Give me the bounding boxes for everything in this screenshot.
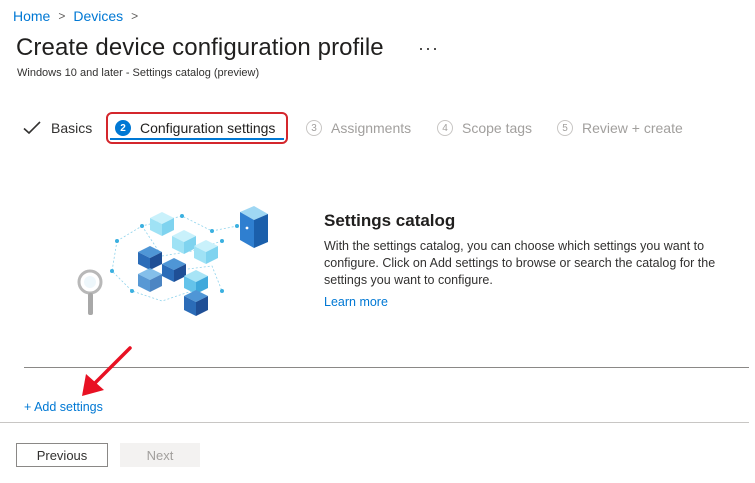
step-number-badge: 3 (306, 120, 322, 136)
tab-assignments[interactable]: 3 Assignments (306, 112, 411, 144)
catalog-title: Settings catalog (324, 211, 456, 230)
page-subtitle: Windows 10 and later - Settings catalog … (17, 67, 260, 79)
tab-basics[interactable]: Basics (22, 112, 92, 144)
tab-scope-tags[interactable]: 4 Scope tags (437, 112, 532, 144)
breadcrumb-devices-link[interactable]: Devices (73, 8, 123, 24)
step-label: Assignments (331, 120, 412, 136)
more-options-button[interactable]: ··· (418, 38, 439, 59)
step-label: Configuration settings (140, 120, 276, 136)
wizard-steps: Basics 2 Configuration settings 3 Assign… (0, 112, 755, 148)
next-button[interactable]: Next (120, 443, 200, 467)
breadcrumb-separator: > (131, 9, 139, 23)
previous-button[interactable]: Previous (16, 443, 108, 467)
active-step-underline (110, 138, 284, 140)
tab-review-create[interactable]: 5 Review + create (557, 112, 683, 144)
breadcrumb: Home > Devices > (13, 8, 146, 24)
step-number-badge: 4 (437, 120, 453, 136)
step-label: Scope tags (462, 120, 533, 136)
catalog-description: With the settings catalog, you can choos… (324, 239, 716, 287)
learn-more-link[interactable]: Learn more (324, 295, 388, 309)
step-number-badge: 5 (557, 120, 573, 136)
breadcrumb-home-link[interactable]: Home (13, 8, 50, 24)
breadcrumb-separator: > (58, 9, 66, 23)
footer-divider (0, 422, 749, 423)
red-arrow-icon (82, 346, 132, 396)
settings-catalog-cubes-illustration-icon (77, 206, 268, 316)
step-label: Review + create (582, 120, 683, 136)
checkmark-icon (23, 121, 41, 135)
step-label: Basics (51, 120, 93, 136)
page-title: Create device configuration profile (16, 34, 384, 61)
add-settings-link[interactable]: + Add settings (24, 400, 103, 414)
step-number-badge: 2 (115, 120, 131, 136)
